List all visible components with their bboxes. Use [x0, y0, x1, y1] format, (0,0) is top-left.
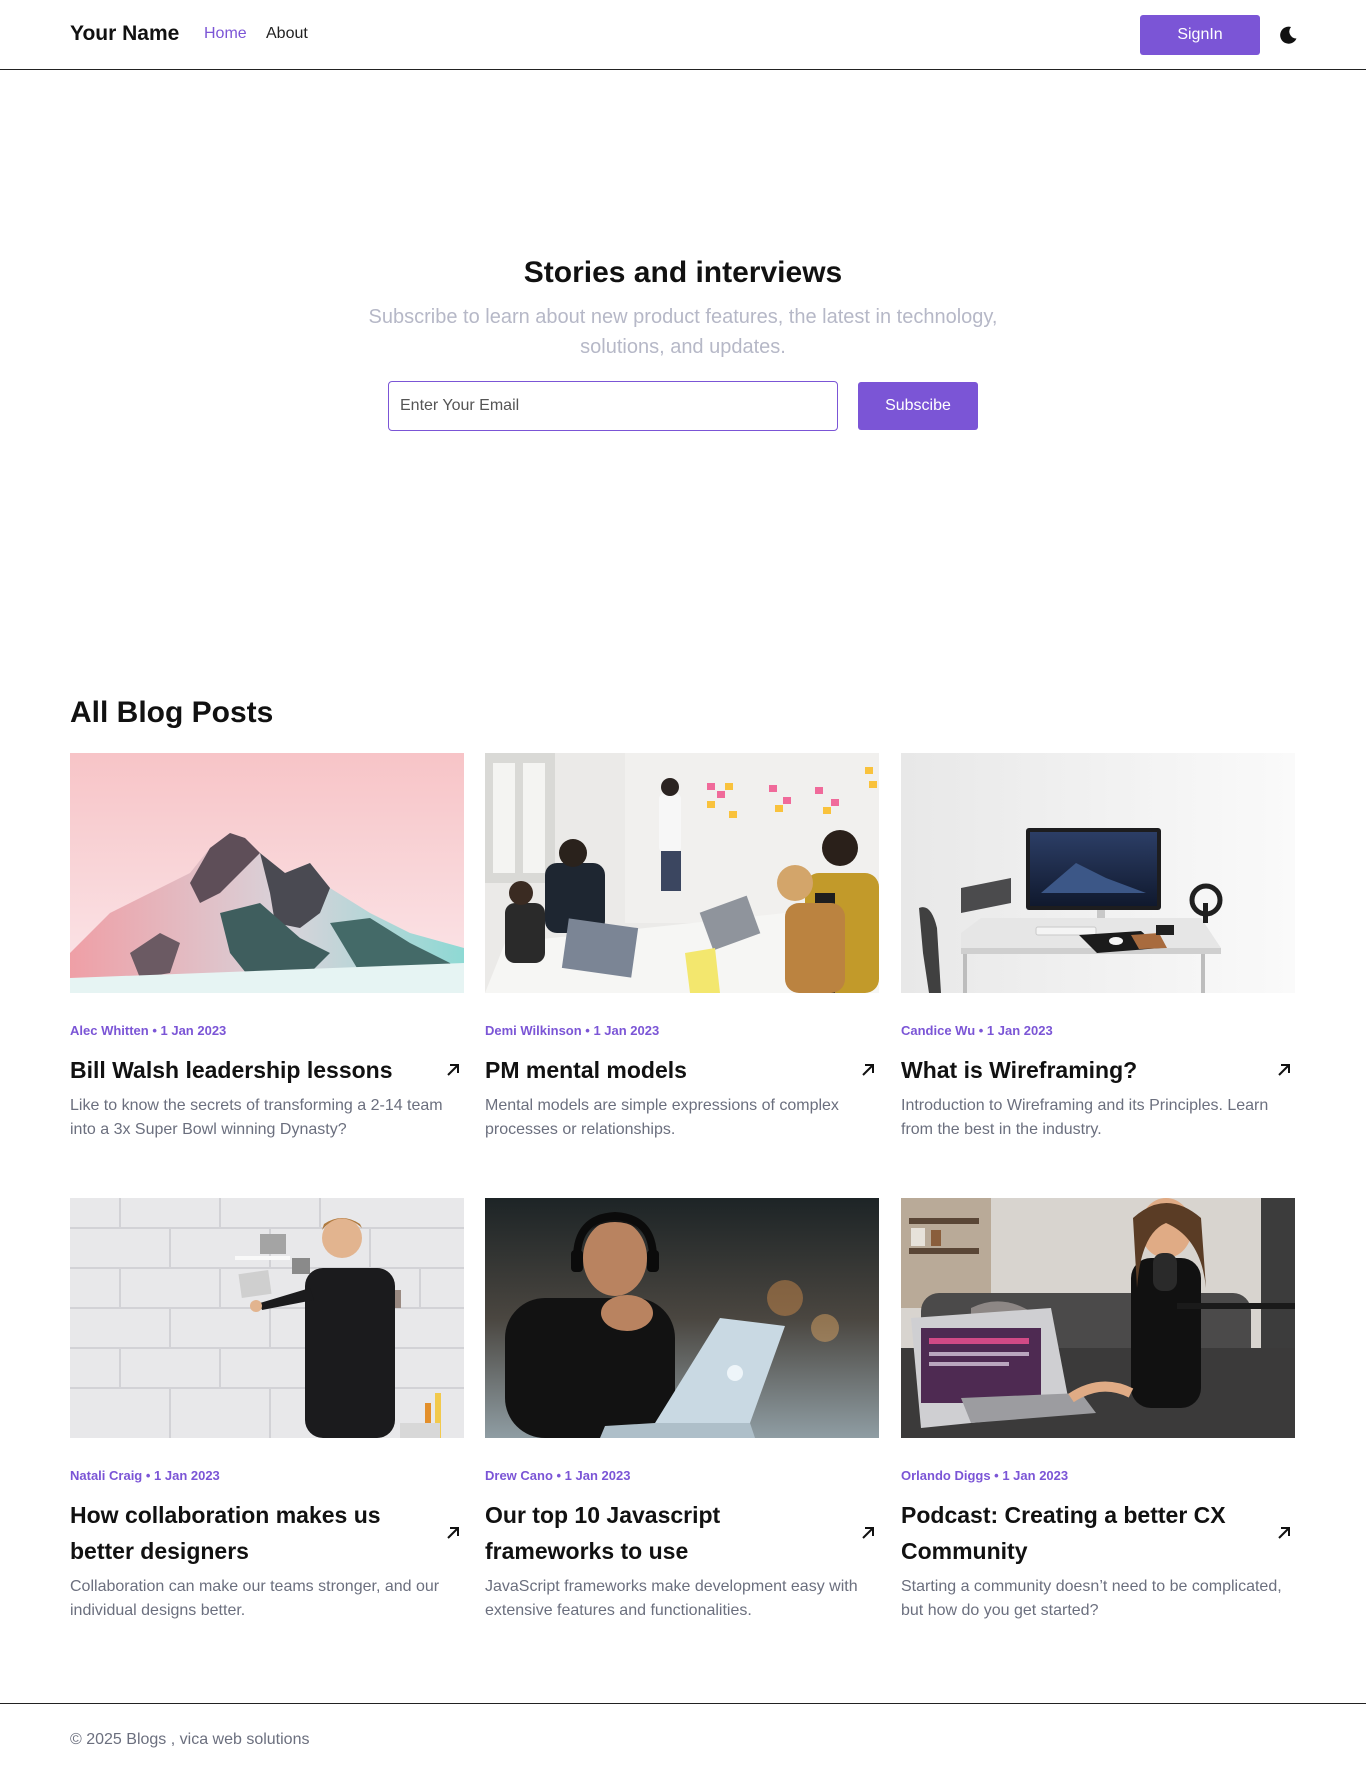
blog-card[interactable]: Demi Wilkinson • 1 Jan 2023 PM mental mo… — [485, 753, 879, 1142]
brand-name[interactable]: Your Name — [70, 22, 179, 46]
subscribe-button[interactable]: Subscibe — [858, 382, 978, 430]
team-meeting-photo[interactable] — [485, 753, 879, 993]
post-meta: Alec Whitten • 1 Jan 2023 — [70, 1023, 227, 1038]
signin-button[interactable]: SignIn — [1140, 15, 1260, 55]
desk-monitor-photo[interactable] — [901, 753, 1295, 993]
arrow-up-right-icon[interactable] — [444, 1524, 462, 1542]
blog-card[interactable]: Candice Wu • 1 Jan 2023 What is Wirefram… — [901, 753, 1295, 1142]
hero-subtitle: Subscribe to learn about new product fea… — [368, 306, 998, 358]
arrow-up-right-icon[interactable] — [444, 1061, 462, 1079]
nav-link-home[interactable]: Home — [204, 25, 247, 43]
blog-card[interactable]: Natali Craig • 1 Jan 2023 How collaborat… — [70, 1198, 464, 1623]
moon-icon[interactable] — [1277, 24, 1299, 46]
post-title[interactable]: Our top 10 Javascript frameworks to use — [485, 1497, 839, 1569]
snowy-mountain-photo[interactable] — [70, 753, 464, 993]
post-description: Introduction to Wireframing and its Prin… — [901, 1097, 1269, 1138]
arrow-up-right-icon[interactable] — [859, 1524, 877, 1542]
developer-laptop-photo[interactable] — [485, 1198, 879, 1438]
post-meta: Natali Craig • 1 Jan 2023 — [70, 1468, 220, 1483]
footer-divider — [0, 1703, 1366, 1704]
section-title: All Blog Posts — [70, 696, 274, 729]
post-meta: Demi Wilkinson • 1 Jan 2023 — [485, 1023, 660, 1038]
post-description: JavaScript frameworks make development e… — [485, 1578, 858, 1619]
post-title[interactable]: How collaboration makes us better design… — [70, 1497, 424, 1569]
post-title[interactable]: Podcast: Creating a better CX Community — [901, 1497, 1255, 1569]
blog-card[interactable]: Orlando Diggs • 1 Jan 2023 Podcast: Crea… — [901, 1198, 1295, 1623]
post-title[interactable]: Bill Walsh leadership lessons — [70, 1052, 424, 1088]
arrow-up-right-icon[interactable] — [1275, 1061, 1293, 1079]
post-description: Like to know the secrets of transforming… — [70, 1097, 443, 1138]
email-input[interactable] — [388, 381, 838, 431]
nav-link-about[interactable]: About — [266, 25, 308, 43]
wall-pinboard-photo[interactable] — [70, 1198, 464, 1438]
post-description: Collaboration can make our teams stronge… — [70, 1578, 440, 1619]
blog-card[interactable]: Alec Whitten • 1 Jan 2023 Bill Walsh lea… — [70, 753, 464, 1142]
podcast-microphone-photo[interactable] — [901, 1198, 1295, 1438]
post-meta: Orlando Diggs • 1 Jan 2023 — [901, 1468, 1069, 1483]
post-title[interactable]: PM mental models — [485, 1052, 839, 1088]
post-meta: Candice Wu • 1 Jan 2023 — [901, 1023, 1053, 1038]
post-title[interactable]: What is Wireframing? — [901, 1052, 1255, 1088]
arrow-up-right-icon[interactable] — [1275, 1524, 1293, 1542]
top-navbar: Your Name Home About SignIn — [0, 0, 1366, 70]
arrow-up-right-icon[interactable] — [859, 1061, 877, 1079]
post-description: Starting a community doesn’t need to be … — [901, 1578, 1282, 1619]
footer-copyright: © 2025 Blogs , vica web solutions — [70, 1731, 310, 1748]
post-meta: Drew Cano • 1 Jan 2023 — [485, 1468, 631, 1483]
post-description: Mental models are simple expressions of … — [485, 1097, 839, 1138]
hero-title: Stories and interviews — [523, 256, 843, 289]
blog-card[interactable]: Drew Cano • 1 Jan 2023 Our top 10 Javasc… — [485, 1198, 879, 1623]
